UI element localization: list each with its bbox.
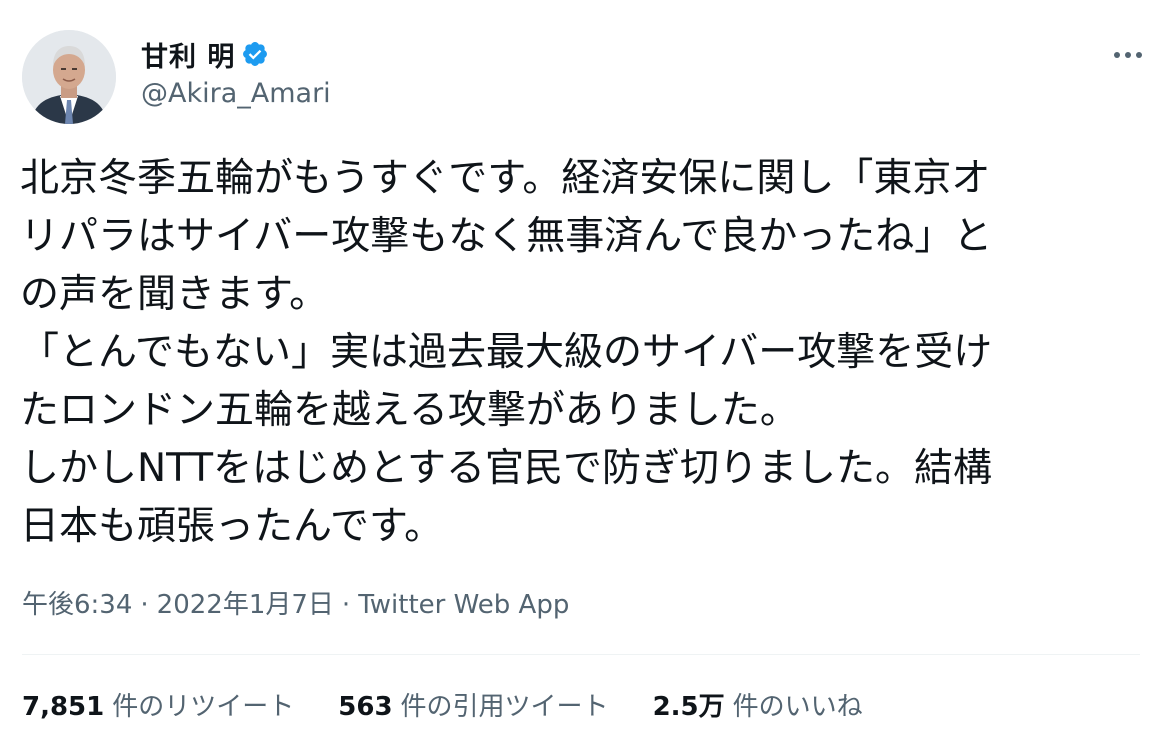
tweet-meta: 午後6:34 · 2022年1月7日 · Twitter Web App xyxy=(22,584,569,621)
tweet-text-line: しかしNTTをはじめとする官民で防ぎ切りました。結構 xyxy=(20,446,992,491)
tweet-text-line: 「とんでもない」実は過去最大級のサイバー攻撃を受け xyxy=(20,330,993,375)
quotes-label: 件の引用ツイート xyxy=(400,692,609,722)
retweets-label: 件のリツイート xyxy=(112,692,295,722)
tweet-text: 北京冬季五輪がもうすぐです。経済安保に関し「東京オ リパラはサイバー攻撃もなく無… xyxy=(20,150,1145,556)
user-name-row[interactable]: 甘利 明 xyxy=(141,34,269,74)
meta-separator: · xyxy=(341,590,351,620)
retweets-count: 7,851 xyxy=(22,692,105,722)
divider xyxy=(22,654,1140,655)
likes-count: 2.5万 xyxy=(652,692,725,722)
tweet-text-line: の声を聞きます。 xyxy=(20,272,329,317)
person-avatar-icon xyxy=(22,30,116,124)
quotes-stat[interactable]: 563 件の引用ツイート xyxy=(338,686,608,723)
display-name[interactable]: 甘利 明 xyxy=(141,35,235,74)
tweet-date[interactable]: 2022年1月7日 xyxy=(157,590,334,620)
meta-separator: · xyxy=(140,590,149,620)
verified-badge-icon xyxy=(243,42,268,66)
tweet-card: 甘利 明 @Akira_Amari 北京冬季五輪がもうすぐです。経済安保に関し「… xyxy=(0,0,1162,740)
avatar[interactable] xyxy=(22,30,116,124)
quotes-count: 563 xyxy=(338,692,393,722)
tweet-source[interactable]: Twitter Web App xyxy=(358,590,569,620)
tweet-text-line: リパラはサイバー攻撃もなく無事済んで良かったね」と xyxy=(20,214,993,259)
tweet-text-line: たロンドン五輪を越える攻撃がありました。 xyxy=(20,388,799,433)
user-handle[interactable]: @Akira_Amari xyxy=(141,78,331,109)
likes-stat[interactable]: 2.5万 件のいいね xyxy=(653,686,863,723)
more-horizontal-icon[interactable] xyxy=(1108,40,1148,70)
tweet-text-line: 北京冬季五輪がもうすぐです。経済安保に関し「東京オ xyxy=(20,156,991,201)
tweet-text-line: 日本も頑張ったんです。 xyxy=(20,504,444,549)
tweet-stats: 7,851 件のリツイート 563 件の引用ツイート 2.5万 件のいいね xyxy=(22,686,907,723)
likes-label: 件のいいね xyxy=(732,692,863,722)
tweet-time[interactable]: 午後6:34 xyxy=(22,590,132,620)
retweets-stat[interactable]: 7,851 件のリツイート xyxy=(22,686,294,723)
